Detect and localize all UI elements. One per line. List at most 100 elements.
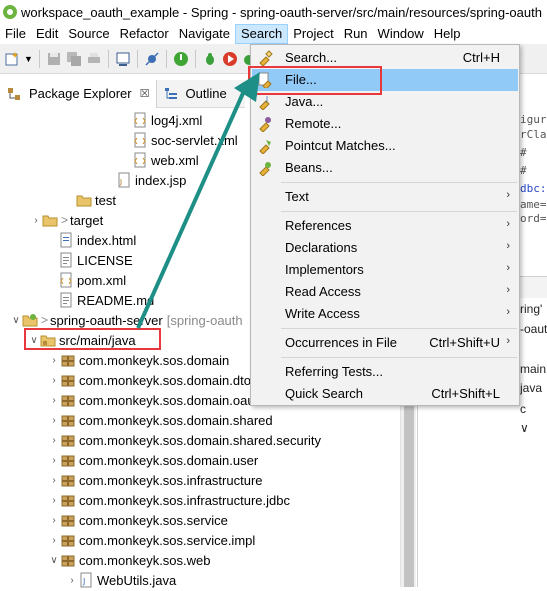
- console-icon[interactable]: [115, 51, 131, 67]
- menu-item-read-access[interactable]: Read Access ›: [252, 281, 518, 303]
- project-icon: [22, 312, 38, 328]
- folder-icon: [42, 212, 58, 228]
- submenu-arrow-icon: ›: [506, 218, 510, 230]
- tab-package-explorer[interactable]: Package Explorer ☒: [0, 79, 157, 108]
- bottom-panel-tabs: [518, 276, 547, 298]
- menu-item-write-access[interactable]: Write Access ›: [252, 303, 518, 325]
- view-tab-bar: Package Explorer ☒ Outline: [0, 79, 245, 108]
- collapse-chevron-icon[interactable]: ›: [48, 415, 60, 426]
- collapse-chevron-icon[interactable]: ›: [48, 515, 60, 526]
- save-all-icon[interactable]: [66, 51, 82, 67]
- tree-item[interactable]: › com.monkeyk.sos.domain: [48, 350, 229, 370]
- menu-source[interactable]: Source: [63, 24, 114, 44]
- spring-boot-run-icon[interactable]: [173, 51, 189, 67]
- menu-item-label: Declarations: [285, 240, 358, 255]
- package-icon: [60, 412, 76, 428]
- menu-run[interactable]: Run: [339, 24, 373, 44]
- panel-line: ∨: [520, 421, 529, 435]
- tree-item[interactable]: ∨ > spring-oauth-server [spring-oauth: [10, 310, 243, 330]
- collapse-chevron-icon[interactable]: ›: [48, 435, 60, 446]
- run-icon[interactable]: [222, 51, 238, 67]
- tree-item[interactable]: › com.monkeyk.sos.domain.shared.security: [48, 430, 321, 450]
- collapse-chevron-icon[interactable]: ›: [66, 575, 78, 586]
- tree-item[interactable]: › com.monkeyk.sos.service.impl: [48, 530, 255, 550]
- code-line: ord=1: [520, 212, 547, 225]
- menu-item-implementors[interactable]: Implementors ›: [252, 259, 518, 281]
- tree-item-label: index.jsp: [135, 172, 187, 188]
- java-file-icon: J: [78, 572, 94, 588]
- dropdown-arrow-icon[interactable]: ▼: [24, 54, 33, 64]
- tree-item[interactable]: › com.monkeyk.sos.service: [48, 510, 228, 530]
- tree-item-label: com.monkeyk.sos.domain.oauth: [79, 392, 266, 408]
- collapse-chevron-icon[interactable]: ›: [30, 215, 42, 226]
- expand-chevron-icon[interactable]: ∨: [48, 555, 60, 566]
- tree-item[interactable]: LICENSE: [46, 250, 133, 270]
- tree-item[interactable]: ∨ com.monkeyk.sos.web: [48, 550, 211, 570]
- menu-item-label: Write Access: [285, 306, 360, 321]
- tree-item[interactable]: log4j.xml: [120, 110, 202, 130]
- menu-file[interactable]: File: [0, 24, 31, 44]
- tree-item[interactable]: › com.monkeyk.sos.domain.user: [48, 450, 258, 470]
- print-icon[interactable]: [86, 51, 102, 67]
- menu-window[interactable]: Window: [373, 24, 429, 44]
- skip-breakpoints-icon[interactable]: [144, 51, 160, 67]
- menu-item-text[interactable]: Text ›: [252, 186, 518, 208]
- collapse-chevron-icon[interactable]: ›: [48, 455, 60, 466]
- menu-project[interactable]: Project: [288, 24, 338, 44]
- tab-outline[interactable]: Outline: [157, 80, 233, 108]
- expand-chevron-icon[interactable]: ∨: [10, 315, 22, 326]
- menu-separator: [281, 182, 517, 183]
- tree-item-label: README.md: [77, 292, 155, 308]
- tree-item-label: com.monkeyk.sos.web: [79, 552, 211, 568]
- tree-item[interactable]: Jindex.jsp: [104, 170, 186, 190]
- close-tab-icon[interactable]: ☒: [140, 87, 150, 100]
- toolbar-separator: [165, 49, 167, 68]
- menu-search[interactable]: Search: [235, 24, 289, 44]
- menu-item-referring-tests[interactable]: Referring Tests...: [252, 361, 518, 383]
- tree-item[interactable]: › com.monkeyk.sos.infrastructure: [48, 470, 262, 490]
- tree-item[interactable]: › J WebUtils.java: [66, 570, 176, 590]
- panel-line: main: [520, 362, 547, 376]
- tree-item[interactable]: › com.monkeyk.sos.domain.dto: [48, 370, 251, 390]
- panel-line: -oaut: [520, 322, 547, 336]
- collapse-chevron-icon[interactable]: ›: [48, 475, 60, 486]
- menu-refactor[interactable]: Refactor: [115, 24, 174, 44]
- menu-item-label: Referring Tests...: [285, 364, 384, 379]
- menu-edit[interactable]: Edit: [31, 24, 63, 44]
- collapse-chevron-icon[interactable]: ›: [48, 535, 60, 546]
- collapse-chevron-icon[interactable]: ›: [48, 395, 60, 406]
- tree-item[interactable]: web.xml: [120, 150, 199, 170]
- tree-item[interactable]: › com.monkeyk.sos.infrastructure.jdbc: [48, 490, 290, 510]
- debug-icon[interactable]: [202, 51, 218, 67]
- tree-item[interactable]: soc-servlet.xml: [120, 130, 238, 150]
- menu-item-pointcut-matches[interactable]: Pointcut Matches...: [252, 135, 518, 157]
- menu-item-occurrences-in-file[interactable]: Occurrences in File Ctrl+Shift+U ›: [252, 332, 518, 354]
- tree-item[interactable]: › com.monkeyk.sos.domain.shared: [48, 410, 272, 430]
- menu-separator: [281, 357, 517, 358]
- tree-item-label: pom.xml: [77, 272, 127, 288]
- new-wizard-icon[interactable]: [4, 51, 20, 67]
- tree-item[interactable]: test: [64, 190, 116, 210]
- package-icon: [60, 432, 76, 448]
- menu-help[interactable]: Help: [429, 24, 466, 44]
- menu-item-beans[interactable]: Beans...: [252, 157, 518, 179]
- tree-item[interactable]: pom.xml: [46, 270, 126, 290]
- save-icon[interactable]: [46, 51, 62, 67]
- tree-item[interactable]: index.html: [46, 230, 136, 250]
- menu-item-declarations[interactable]: Declarations ›: [252, 237, 518, 259]
- menu-item-quick-search[interactable]: Quick Search Ctrl+Shift+L: [252, 383, 518, 405]
- package-explorer-icon: [8, 87, 20, 100]
- tree-item-suffix: [spring-oauth: [166, 312, 243, 328]
- menu-navigate[interactable]: Navigate: [174, 24, 235, 44]
- tree-item[interactable]: › > target: [30, 210, 103, 230]
- collapse-chevron-icon[interactable]: ›: [48, 495, 60, 506]
- folder-icon: [76, 192, 92, 208]
- submenu-arrow-icon: ›: [506, 306, 510, 318]
- menu-item-remote[interactable]: Remote...: [252, 113, 518, 135]
- tree-item[interactable]: › com.monkeyk.sos.domain.oauth: [48, 390, 265, 410]
- collapse-chevron-icon[interactable]: ›: [48, 355, 60, 366]
- menu-item-references[interactable]: References ›: [252, 215, 518, 237]
- collapse-chevron-icon[interactable]: ›: [48, 375, 60, 386]
- tree-item[interactable]: README.md: [46, 290, 154, 310]
- search-menu-dropdown: Search... Ctrl+H File... J Java... Remote... P…: [250, 44, 520, 406]
